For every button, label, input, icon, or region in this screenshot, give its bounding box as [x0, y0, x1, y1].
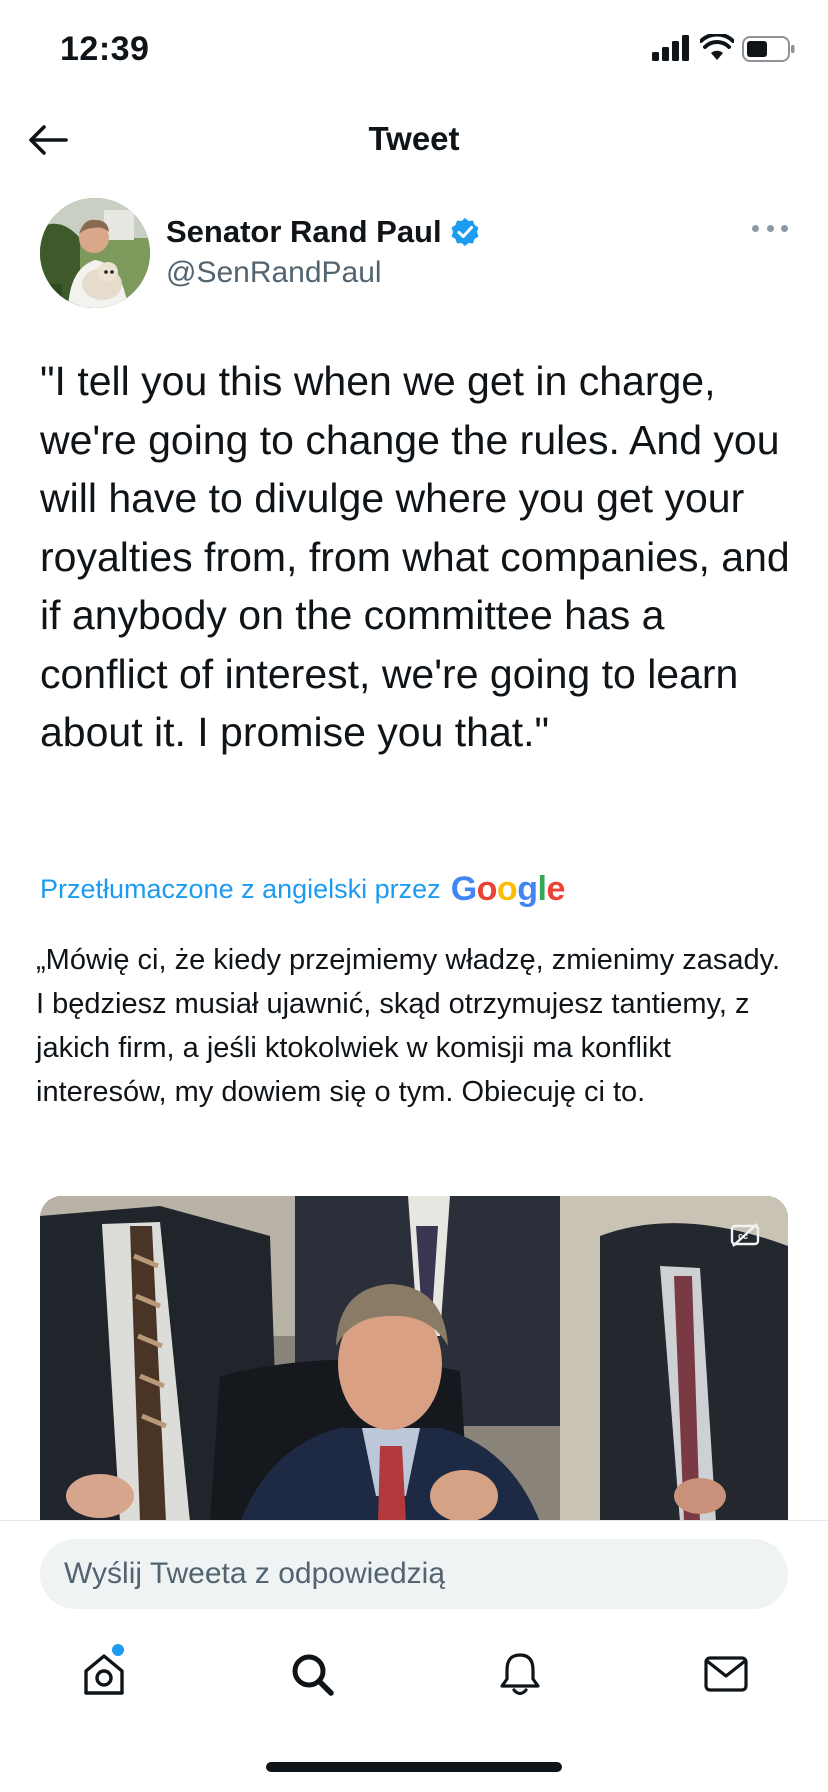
google-logo-letter: o: [476, 870, 498, 908]
video-thumbnail: [40, 1196, 788, 1522]
home-indicator: [266, 1762, 562, 1772]
author-name-row: Senator Rand Paul: [166, 214, 480, 250]
translation-attribution: Przetłumaczone z angielski przez Google: [40, 870, 565, 909]
closed-captions-icon[interactable]: cc: [730, 1222, 760, 1248]
status-bar: 12:39: [0, 0, 828, 100]
tweet-text: "I tell you this when we get in charge, …: [40, 358, 790, 755]
google-logo-letter: e: [546, 870, 565, 908]
home-icon: [84, 1654, 124, 1695]
author-handle[interactable]: @SenRandPaul: [166, 256, 382, 290]
translated-text: „Mówię ci, że kiedy przejmiemy władzę, z…: [36, 944, 781, 1108]
avatar[interactable]: [40, 198, 150, 308]
google-logo: Google: [450, 870, 566, 909]
reply-input[interactable]: [40, 1539, 788, 1609]
search-icon: [292, 1654, 334, 1696]
avatar-photo: [40, 198, 150, 308]
page-title: Tweet: [368, 120, 460, 157]
reply-bar: [0, 1520, 828, 1622]
mail-icon: [704, 1656, 748, 1692]
verified-badge-icon: [451, 218, 479, 246]
google-logo-letter: g: [517, 870, 538, 908]
tab-search[interactable]: [282, 1644, 342, 1704]
translation-label[interactable]: Przetłumaczone z angielski przez: [40, 874, 441, 905]
tab-messages[interactable]: [696, 1644, 756, 1704]
bell-icon: [500, 1653, 540, 1696]
google-logo-letter: o: [496, 870, 518, 908]
tweet-video[interactable]: cc: [40, 1196, 788, 1522]
status-time: 12:39: [60, 30, 150, 68]
more-dot-icon: [781, 224, 788, 232]
battery-icon: [742, 36, 795, 62]
tab-home[interactable]: [74, 1644, 134, 1704]
more-dot-icon: [766, 224, 774, 232]
more-options-button[interactable]: [752, 222, 788, 234]
tab-notifications[interactable]: [490, 1644, 550, 1704]
header: Tweet: [0, 100, 828, 180]
google-logo-letter: G: [450, 870, 477, 908]
author-name[interactable]: Senator Rand Paul: [166, 214, 442, 250]
cellular-signal-icon: [652, 35, 689, 61]
home-notification-badge: [112, 1644, 124, 1656]
wifi-icon: [700, 34, 734, 60]
more-dot-icon: [752, 224, 759, 232]
tab-bar: [0, 1622, 828, 1732]
